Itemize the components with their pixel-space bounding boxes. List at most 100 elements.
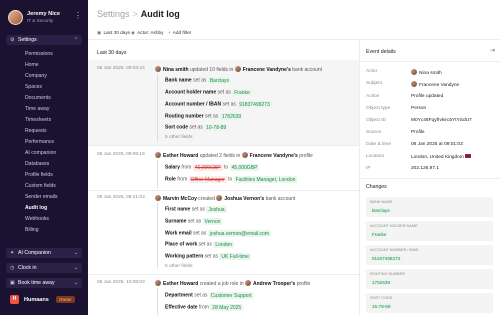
divider [360, 178, 500, 179]
entry-connector [157, 288, 158, 315]
avatar [234, 66, 241, 72]
sidebar-item-documents[interactable]: Documents [25, 95, 51, 101]
entry-target: Joshua Vernon's [224, 196, 265, 202]
change-row: Place of work set as London [165, 241, 235, 248]
divider [88, 274, 359, 275]
entry-connector [157, 74, 158, 142]
detail-value: 06 Jan 2025 at 09:01:03 [411, 142, 463, 147]
avatar [155, 280, 161, 286]
sidebar-item-spaces[interactable]: Spaces [25, 84, 42, 90]
more-options-icon[interactable]: ⋮ [74, 12, 82, 20]
sidebar-item-timesheets[interactable]: Timesheets [25, 117, 51, 123]
user-role: IT & Security [27, 18, 54, 23]
divider [360, 61, 500, 62]
event-details-panel: Event details ⇥ Actor Nina smith Subject… [359, 41, 500, 315]
main-content: Settings > Audit log ▣ Last 30 days ◉ Actor:… [88, 0, 500, 315]
change-row: Sort code set as 16-78-89 [165, 124, 229, 131]
entry-target: Andrew Trooper's [253, 281, 296, 287]
avatar [155, 195, 161, 201]
more-fields-link[interactable]: 5 other fields [165, 264, 192, 269]
entry-timestamp: 06 Jan 2025, 10:08:03 [97, 280, 145, 285]
sidebar-item-home[interactable]: Home [25, 62, 39, 68]
entry-object: bank account [265, 196, 296, 202]
changes-title: Changes [366, 184, 387, 190]
date-filter-label: Last 30 days [103, 30, 131, 35]
entry-headline: Esther Howard created a job role in Andr… [155, 280, 310, 287]
ai-companion-section[interactable]: ✦ AI Companion ⌄ [6, 248, 82, 258]
change-card: SORT CODE 16-78-89 [366, 293, 493, 313]
change-row: Surname set as Vernon [165, 218, 223, 225]
clock-in-section[interactable]: ◷ Clock in ⌄ [6, 263, 82, 273]
more-fields-link[interactable]: 5 other fields [165, 135, 192, 140]
detail-label: Action [366, 94, 380, 99]
collapse-panel-icon[interactable]: ⇥ [490, 47, 495, 54]
brand-name: Humaans [24, 297, 49, 303]
user-menu[interactable]: Jeremy Nice IT & Security ⋮ [8, 9, 82, 27]
sparkle-icon: ✦ [10, 250, 15, 256]
plus-icon: + [168, 30, 171, 35]
actor-filter[interactable]: ◉ Actor: Ashby [131, 30, 163, 36]
actor-filter-label: Actor: Ashby [137, 30, 164, 35]
sidebar-item-performance[interactable]: Performance [25, 139, 54, 145]
change-row: Account number / IBAN set as 91837498273 [165, 101, 272, 108]
entry-verb: updated 2 fields in [199, 153, 241, 159]
detail-value: M0Yc48Fqyfrvkirc5YtYSdU7 [411, 118, 472, 123]
breadcrumb-settings[interactable]: Settings [97, 9, 130, 19]
detail-label: Object ID [366, 118, 386, 123]
change-row: Account holder name set as Franke [165, 89, 252, 96]
sidebar-item-audit-log[interactable]: Audit log [25, 205, 47, 211]
entry-headline: Esther Howard updated 2 fields in France… [155, 152, 313, 159]
sidebar-item-time-away[interactable]: Time away [25, 106, 49, 112]
feed-period-title: Last 30 days [97, 50, 127, 56]
settings-section-label: Settings [18, 37, 37, 44]
detail-value: 202.126.97.1 [411, 166, 440, 171]
entry-target: Francene Vandyne's [242, 67, 291, 73]
breadcrumb: Settings > Audit log [97, 9, 180, 19]
detail-value: Person [411, 106, 427, 111]
entry-object: bank account [292, 67, 323, 73]
change-row: Role from Office Manager to Facilities M… [165, 176, 298, 183]
event-details-title: Event details [366, 49, 396, 55]
sidebar-item-ai-companion[interactable]: AI companion [25, 150, 56, 156]
date-filter[interactable]: ▣ Last 30 days [97, 30, 130, 36]
calendar-icon: ▣ [10, 280, 15, 286]
change-card: ROUTING NUMBER 1782639 [366, 269, 493, 289]
entry-timestamp: 06 Jan 2025, 09:05:16 [97, 152, 145, 157]
avatar [245, 280, 251, 286]
sidebar-item-company[interactable]: Company [25, 73, 47, 79]
sidebar-item-profile-fields[interactable]: Profile fields [25, 172, 53, 178]
detail-value: Profile updated [411, 94, 444, 99]
entry-connector [157, 203, 158, 269]
avatar [411, 69, 417, 75]
user-icon: ◉ [131, 30, 136, 35]
sidebar-item-sender-emails[interactable]: Sender emails [25, 194, 58, 200]
sidebar-item-billing[interactable]: Billing [25, 227, 39, 233]
change-row: Work email set as joshua.vernon@email.co… [165, 230, 271, 237]
settings-section-toggle[interactable]: ⚙ Settings ⌃ [6, 35, 82, 45]
detail-label: Location [366, 154, 385, 159]
owner-badge: Owner [56, 296, 75, 303]
sidebar-item-permissions[interactable]: Permissions [25, 51, 53, 57]
entry-connector [157, 160, 158, 188]
entry-timestamp: 06 Jan 2025, 09:21:03 [97, 195, 145, 200]
clock-icon: ◷ [10, 265, 15, 271]
sidebar-item-databases[interactable]: Databases [25, 161, 49, 167]
book-time-away-section[interactable]: ▣ Book time away ⌄ [6, 278, 82, 288]
page-title: Audit log [140, 9, 180, 19]
sidebar-item-webhooks[interactable]: Webhooks [25, 216, 49, 222]
detail-label: Source [366, 130, 382, 135]
avatar [155, 152, 161, 158]
entry-actor: Esther Howard [163, 153, 199, 159]
change-row: First name set as Joshua [165, 206, 227, 213]
detail-label: Date & time [366, 142, 392, 147]
calendar-icon: ▣ [97, 30, 102, 35]
ai-companion-label: AI Companion [18, 250, 51, 257]
detail-label: Actor [366, 69, 378, 74]
add-filter-button[interactable]: + Add filter [168, 30, 191, 35]
sidebar-item-requests[interactable]: Requests [25, 128, 47, 134]
chevron-up-icon: ⌃ [73, 37, 78, 43]
entry-timestamp: 06 Jan 2025, 09:03:24 [97, 66, 145, 71]
detail-value: London, United Kingdom [411, 154, 472, 160]
sidebar-item-custom-fields[interactable]: Custom fields [25, 183, 56, 189]
change-row: Routing number set as 1782639 [165, 113, 244, 120]
